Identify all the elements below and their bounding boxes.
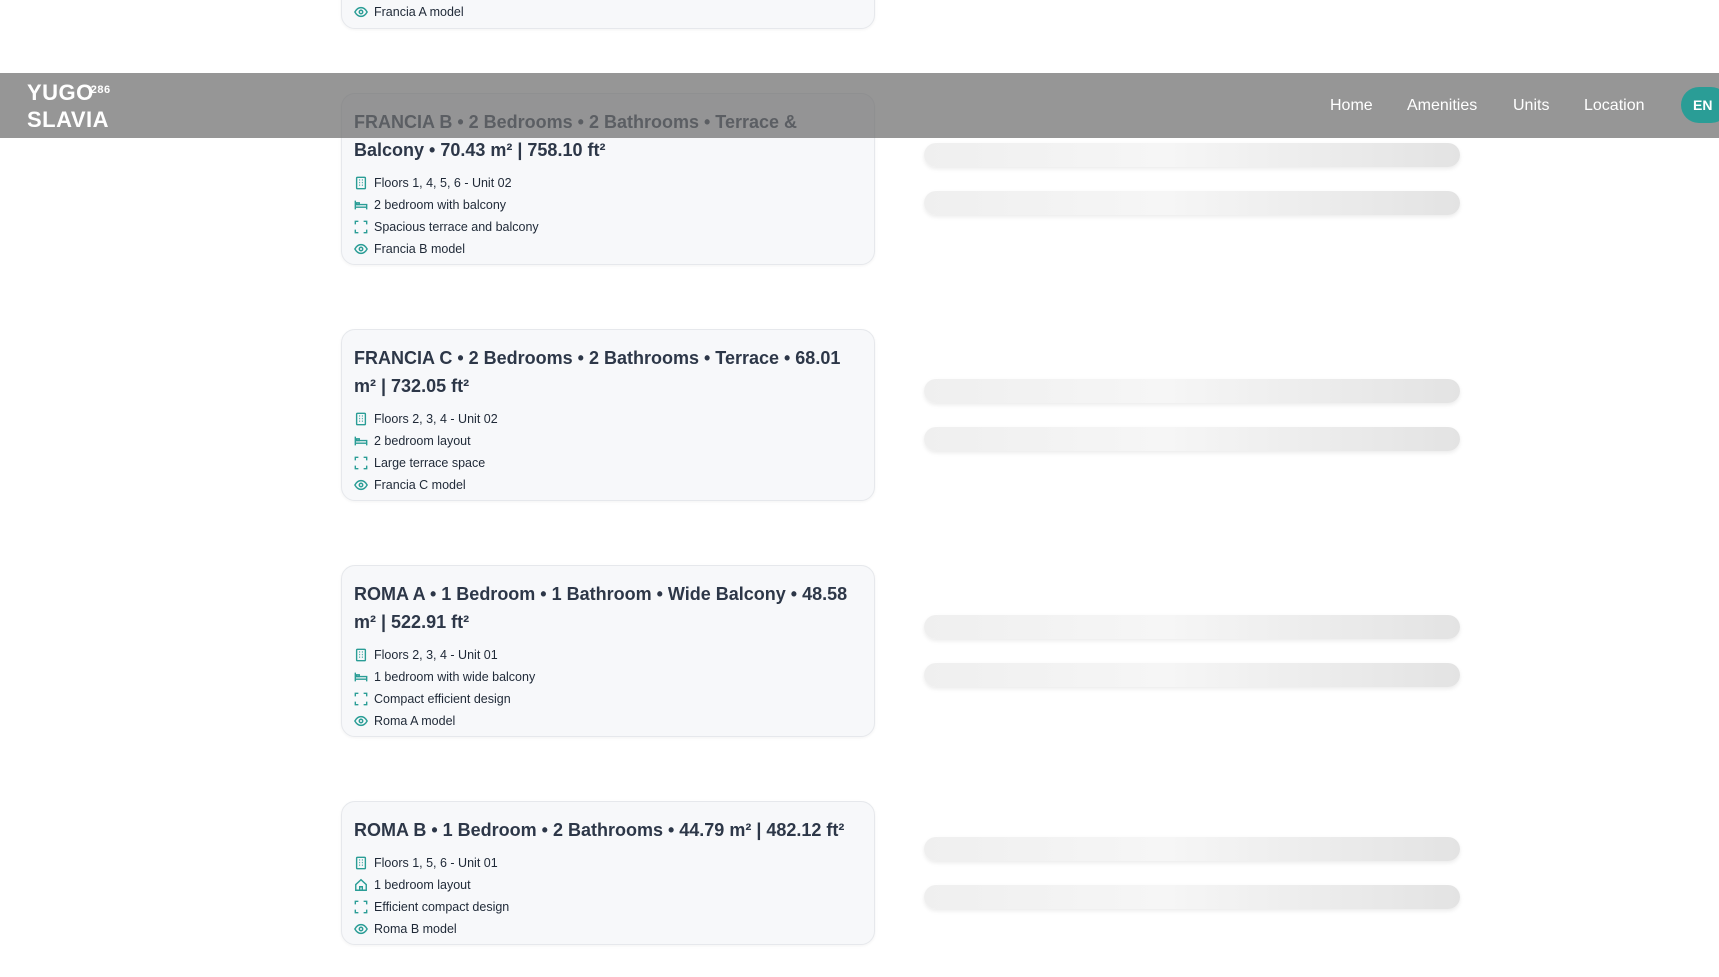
feature-text: Roma B model: [374, 922, 457, 936]
loading-skeleton-bar: [924, 143, 1460, 167]
nav-link-location[interactable]: Location: [1584, 97, 1645, 115]
feature-text: Floors 1, 5, 6 - Unit 01: [374, 856, 498, 870]
feature-text: Spacious terrace and balcony: [374, 220, 539, 234]
bed-icon: [354, 434, 368, 448]
feature-text: 1 bedroom layout: [374, 878, 471, 892]
feature-text: 1 bedroom with wide balcony: [374, 670, 536, 684]
feature-space: Efficient compact design: [354, 896, 862, 918]
nav-links: Location: [1584, 73, 1645, 138]
unit-title: FRANCIA C • 2 Bedrooms • 2 Bathrooms • T…: [354, 348, 841, 396]
unit-title: ROMA A • 1 Bedroom • 1 Bathroom • Wide B…: [354, 584, 848, 632]
nav-links: Units: [1513, 73, 1549, 138]
feature-model: Francia C model: [354, 474, 862, 496]
expand-icon: [354, 900, 368, 914]
feature-floors: Floors 1, 4, 5, 6 - Unit 02: [354, 172, 862, 194]
feature-model: Francia B model: [354, 238, 862, 260]
loading-skeleton-bar: [924, 837, 1460, 861]
feature-text: Francia A model: [374, 5, 464, 19]
feature-text: 2 bedroom layout: [374, 434, 471, 448]
eye-icon: [354, 5, 368, 19]
feature-floors: Floors 1, 5, 6 - Unit 01: [354, 852, 862, 874]
unit-title: ROMA B • 1 Bedroom • 2 Bathrooms • 44.79…: [354, 820, 845, 840]
feature-text: Efficient compact design: [374, 900, 510, 914]
feature-model: Roma A model: [354, 710, 862, 732]
building-icon: [354, 856, 368, 870]
feature-text: Francia C model: [374, 478, 466, 492]
logo-text-top: YUGO: [27, 80, 94, 105]
eye-icon: [354, 714, 368, 728]
home-icon: [354, 878, 368, 892]
feature-model: Francia A model: [354, 1, 862, 23]
building-icon: [354, 176, 368, 190]
feature-text: Francia B model: [374, 242, 466, 256]
feature-floors: Floors 2, 3, 4 - Unit 01: [354, 644, 862, 666]
unit-card-roma-b[interactable]: ROMA B • 1 Bedroom • 2 Bathrooms • 44.79…: [341, 801, 875, 945]
feature-text: Compact efficient design: [374, 692, 511, 706]
bed-icon: [354, 198, 368, 212]
feature-text: Large terrace space: [374, 456, 486, 470]
loading-skeleton-bar: [924, 663, 1460, 687]
feature-text: 2 bedroom with balcony: [374, 198, 507, 212]
feature-space: Large terrace space: [354, 452, 862, 474]
feature-text: Floors 2, 3, 4 - Unit 01: [374, 648, 498, 662]
loading-skeleton-bar: [924, 379, 1460, 403]
expand-icon: [354, 220, 368, 234]
unit-card-roma-a[interactable]: ROMA A • 1 Bedroom • 1 Bathroom • Wide B…: [341, 565, 875, 737]
site-logo[interactable]: YUGO286 SLAVIA: [27, 82, 111, 132]
eye-icon: [354, 922, 368, 936]
loading-skeleton-bar: [924, 615, 1460, 639]
feature-bedroom: 1 bedroom with wide balcony: [354, 666, 862, 688]
language-toggle[interactable]: EN: [1681, 87, 1719, 123]
feature-space: Compact efficient design: [354, 688, 862, 710]
nav-links: Home: [1330, 73, 1373, 138]
building-icon: [354, 648, 368, 662]
building-icon: [354, 412, 368, 426]
navbar: YUGO286 SLAVIA Home Amenities Units Loca…: [0, 73, 1719, 138]
expand-icon: [354, 456, 368, 470]
nav-link-home[interactable]: Home: [1330, 97, 1373, 115]
loading-skeleton-bar: [924, 191, 1460, 215]
nav-link-units[interactable]: Units: [1513, 97, 1549, 115]
loading-skeleton-bar: [924, 427, 1460, 451]
feature-space: Spacious terrace and balcony: [354, 216, 862, 238]
eye-icon: [354, 242, 368, 256]
unit-card-francia-a[interactable]: Francia A model: [341, 0, 875, 29]
unit-card-francia-c[interactable]: FRANCIA C • 2 Bedrooms • 2 Bathrooms • T…: [341, 329, 875, 501]
bed-icon: [354, 670, 368, 684]
logo-text-bottom: SLAVIA: [27, 107, 110, 132]
feature-bedroom: 2 bedroom with balcony: [354, 194, 862, 216]
feature-text: Roma A model: [374, 714, 456, 728]
feature-bedroom: 2 bedroom layout: [354, 430, 862, 452]
feature-text: Floors 2, 3, 4 - Unit 02: [374, 412, 498, 426]
loading-skeleton-bar: [924, 885, 1460, 909]
nav-link-amenities[interactable]: Amenities: [1407, 97, 1477, 115]
feature-model: Roma B model: [354, 918, 862, 940]
feature-bedroom: 1 bedroom layout: [354, 874, 862, 896]
expand-icon: [354, 692, 368, 706]
eye-icon: [354, 478, 368, 492]
feature-text: Floors 1, 4, 5, 6 - Unit 02: [374, 176, 512, 190]
language-label: EN: [1693, 97, 1713, 113]
feature-floors: Floors 2, 3, 4 - Unit 02: [354, 408, 862, 430]
logo-number: 286: [90, 84, 111, 96]
nav-links: Amenities: [1407, 73, 1477, 138]
